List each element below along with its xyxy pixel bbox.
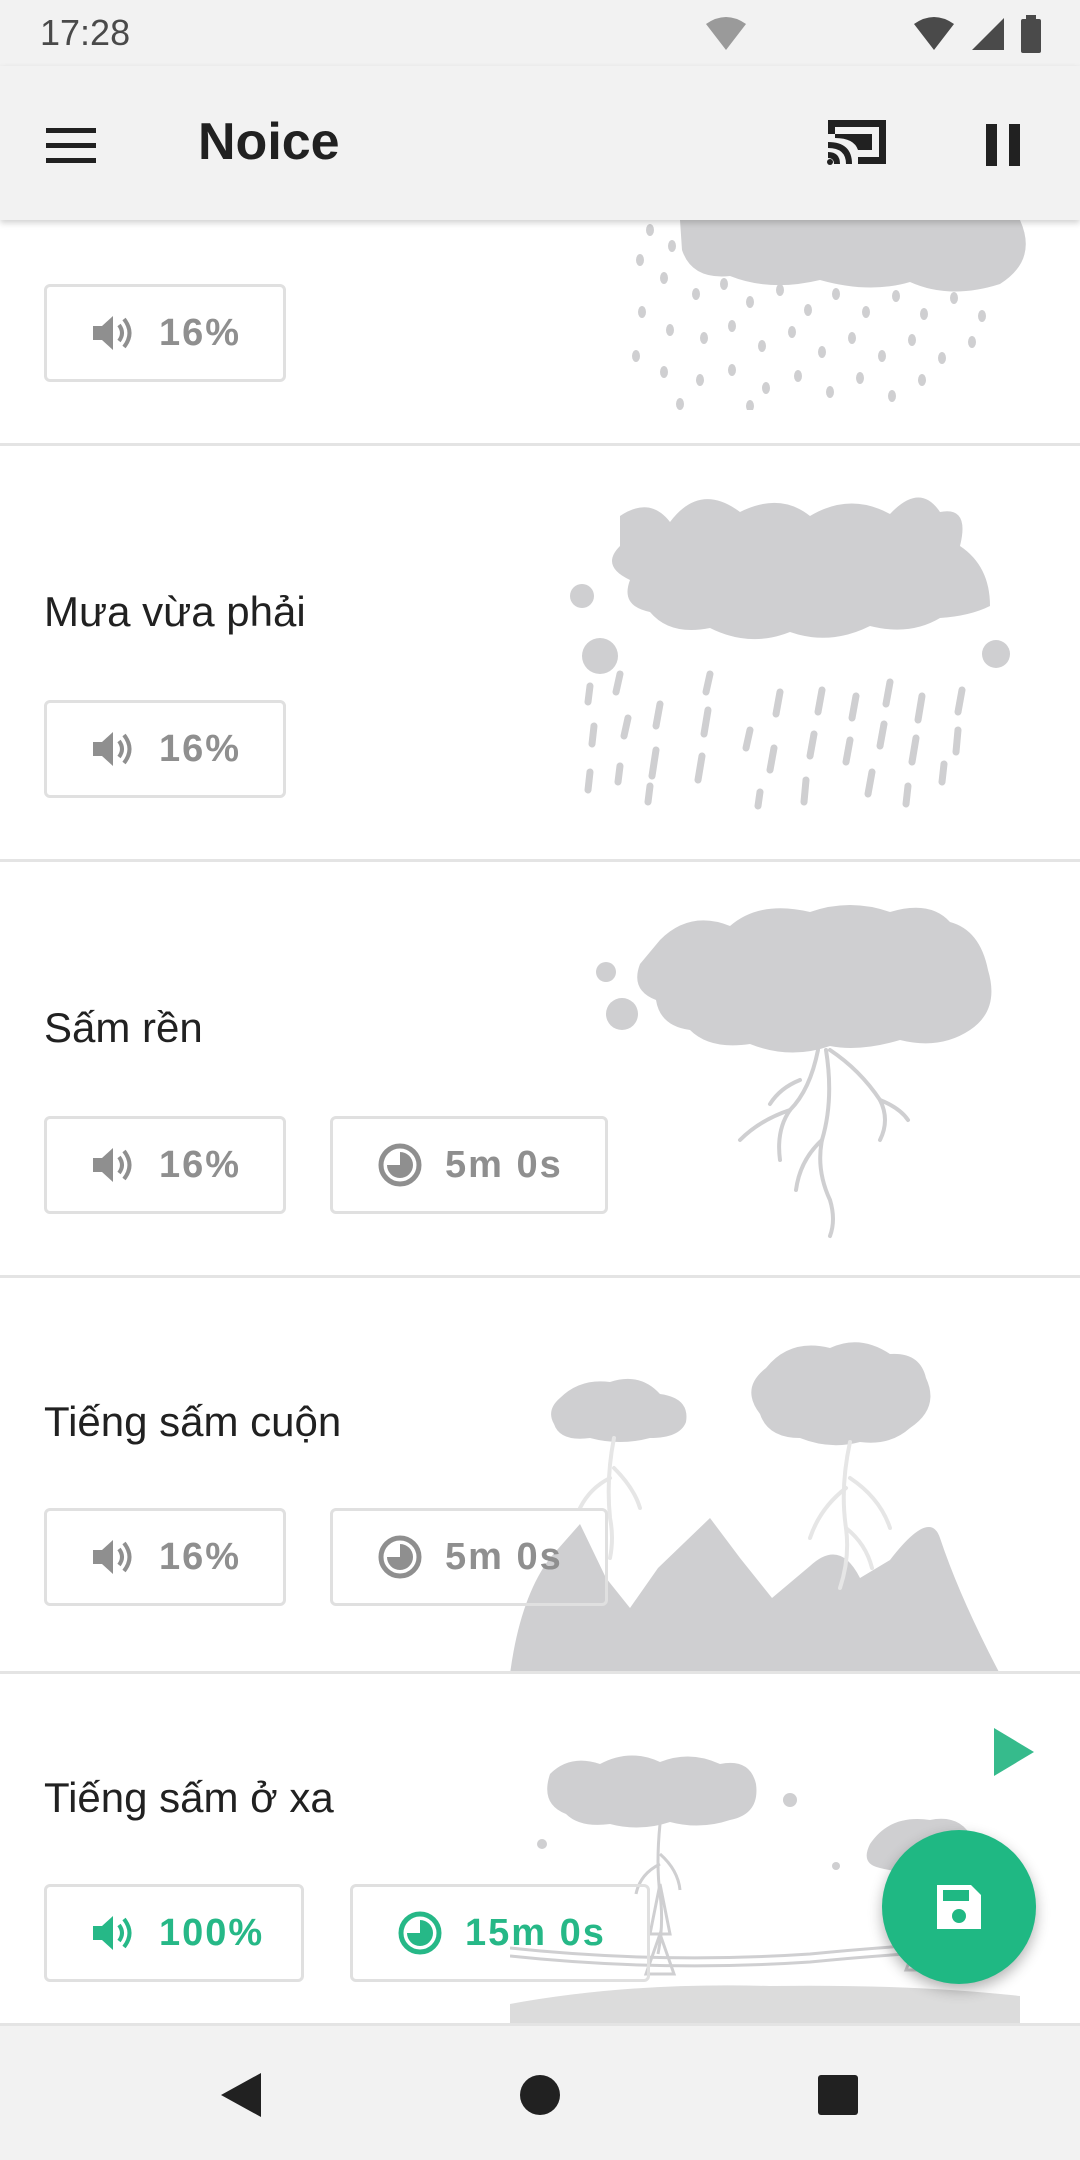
volume-icon <box>93 316 132 350</box>
pause-icon <box>986 124 1020 166</box>
rolling-thunder-illustration <box>510 1342 999 1671</box>
timer-icon <box>398 1911 442 1955</box>
save-preset-button[interactable] <box>882 1830 1036 1984</box>
volume-value: 16% <box>159 1143 242 1186</box>
volume-chip[interactable]: 16% <box>44 700 286 798</box>
app-bar: Noice <box>0 66 1080 220</box>
sound-card-rumbling-thunder: Sấm rền 16% 5m 0s <box>0 862 1080 1278</box>
timer-chip[interactable]: 15m 0s <box>350 1884 650 1982</box>
home-icon <box>520 2075 560 2115</box>
save-icon <box>937 1885 981 1929</box>
sound-card-rolling-thunder: Tiếng sấm cuộn 16% 5m 0s <box>0 1278 1080 1674</box>
timer-icon <box>378 1535 422 1579</box>
light-rain-illustration <box>632 220 1026 410</box>
menu-icon <box>46 128 96 163</box>
timer-value: 5m 0s <box>445 1535 563 1578</box>
home-button[interactable] <box>505 2060 575 2130</box>
volume-icon <box>93 732 132 766</box>
volume-chip[interactable]: 16% <box>44 1116 286 1214</box>
navigation-bar <box>0 2026 1080 2160</box>
sound-title: Sấm rền <box>44 1004 203 1051</box>
app-title: Noice <box>198 113 340 171</box>
volume-chip[interactable]: 16% <box>44 284 286 382</box>
menu-button[interactable] <box>42 116 112 176</box>
cast-icon <box>827 120 886 165</box>
back-icon <box>221 2073 261 2117</box>
volume-icon <box>93 1916 132 1950</box>
sound-list: 16% Mưa vừa phải 16% Sấm rền 16% 5m 0s T… <box>0 220 1080 2026</box>
battery-icon <box>1021 15 1041 53</box>
timer-value: 15m 0s <box>465 1911 606 1954</box>
volume-value: 16% <box>159 311 242 354</box>
recents-icon <box>818 2075 858 2115</box>
play-button[interactable] <box>988 1724 1040 1780</box>
signal-icon <box>972 18 1004 50</box>
wifi-small-icon <box>706 17 746 50</box>
wifi-icon <box>914 17 954 50</box>
status-time: 17:28 <box>40 12 131 53</box>
volume-value: 100% <box>159 1911 265 1954</box>
timer-value: 5m 0s <box>445 1143 563 1186</box>
volume-value: 16% <box>159 1535 242 1578</box>
volume-value: 16% <box>159 727 242 770</box>
timer-icon <box>378 1143 422 1187</box>
sound-title: Tiếng sấm ở xa <box>44 1774 334 1821</box>
cast-button[interactable] <box>824 112 894 176</box>
status-icons <box>704 14 1042 54</box>
sound-title: Mưa vừa phải <box>44 588 306 635</box>
thunder-illustration <box>596 905 992 1238</box>
volume-chip[interactable]: 16% <box>44 1508 286 1606</box>
sound-card-light-rain: 16% <box>0 220 1080 446</box>
sound-card-moderate-rain: Mưa vừa phải 16% <box>0 446 1080 862</box>
timer-chip[interactable]: 5m 0s <box>330 1116 608 1214</box>
pause-button[interactable] <box>975 114 1031 174</box>
status-bar: 17:28 <box>0 0 1080 66</box>
moderate-rain-illustration <box>570 497 1010 810</box>
back-button[interactable] <box>205 2060 275 2130</box>
sound-title: Tiếng sấm cuộn <box>44 1398 342 1445</box>
volume-icon <box>93 1540 132 1574</box>
volume-icon <box>93 1148 132 1182</box>
volume-chip[interactable]: 100% <box>44 1884 304 1982</box>
timer-chip[interactable]: 5m 0s <box>330 1508 608 1606</box>
recents-button[interactable] <box>803 2060 873 2130</box>
play-icon <box>994 1728 1034 1776</box>
